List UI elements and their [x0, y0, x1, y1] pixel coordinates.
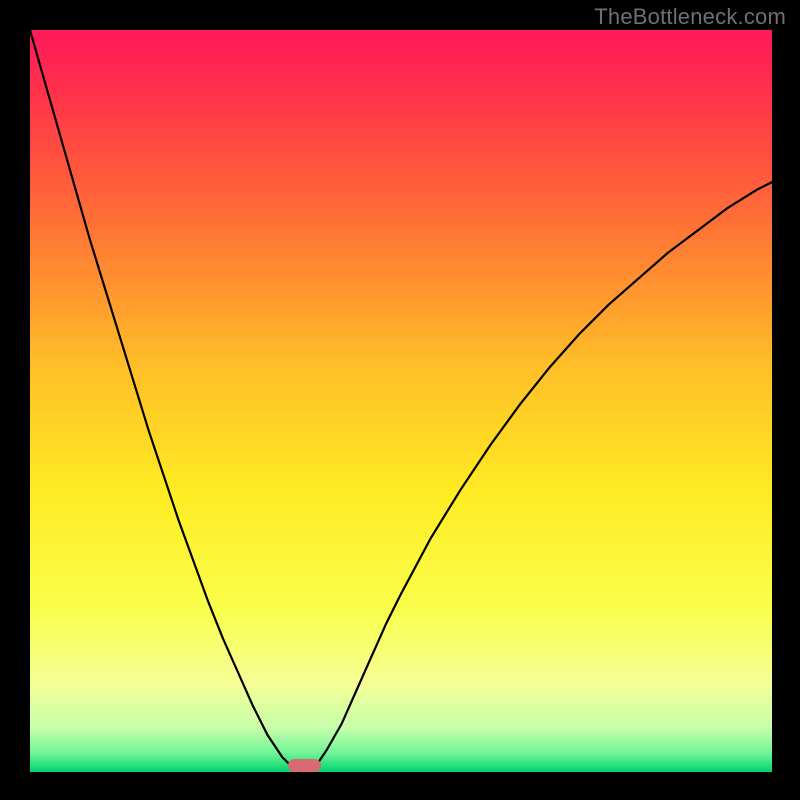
chart-root: TheBottleneck.com — [0, 0, 800, 800]
plot-area — [30, 30, 772, 772]
bottleneck-curve — [30, 30, 772, 772]
watermark-text: TheBottleneck.com — [594, 4, 786, 30]
curve-path — [30, 30, 772, 772]
optimal-marker — [288, 759, 321, 772]
